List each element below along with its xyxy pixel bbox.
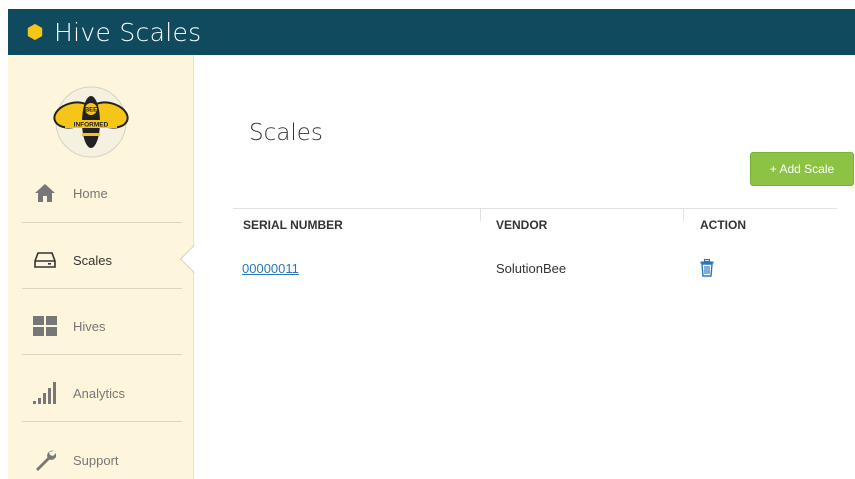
sidebar-item-label: Scales	[73, 252, 113, 268]
sidebar-item-analytics[interactable]: Analytics	[22, 360, 182, 426]
sidebar-item-scales[interactable]: Scales	[22, 227, 182, 293]
page-title: Scales	[249, 120, 323, 146]
app-title: Hive Scales	[54, 17, 202, 47]
column-divider	[683, 209, 684, 221]
hexagon-logo-icon	[27, 23, 43, 41]
vendor-cell: SolutionBee	[496, 261, 567, 276]
scales-table: SERIAL NUMBER VENDOR ACTION 00000011 Sol…	[233, 208, 837, 285]
divider	[22, 421, 182, 422]
divider	[22, 222, 182, 223]
sidebar-item-label: Analytics	[73, 385, 126, 401]
top-bar: Hive Scales	[8, 9, 855, 55]
hives-grid-icon	[32, 313, 58, 339]
sidebar-item-hives[interactable]: Hives	[22, 293, 182, 359]
logo-text-top: BEE	[85, 108, 97, 114]
serial-number-cell: 00000011	[242, 261, 299, 276]
home-icon	[32, 180, 58, 206]
sidebar-item-label: Support	[73, 452, 119, 468]
wrench-icon	[32, 447, 58, 473]
column-header-serial[interactable]: SERIAL NUMBER	[243, 218, 343, 232]
bee-informed-logo[interactable]: BEE INFORMED	[53, 85, 129, 159]
table-row: 00000011 SolutionBee	[233, 239, 837, 285]
logo-text-bottom: INFORMED	[74, 122, 109, 129]
sidebar-item-home[interactable]: Home	[22, 160, 182, 226]
trash-icon[interactable]	[700, 259, 714, 277]
divider	[22, 354, 182, 355]
column-header-vendor[interactable]: VENDOR	[496, 218, 547, 232]
add-scale-button[interactable]: + Add Scale	[750, 152, 854, 186]
sidebar: BEE INFORMED Home Scales Hives Analytics	[8, 55, 194, 479]
serial-number-link[interactable]: 00000011	[242, 261, 299, 276]
column-divider	[480, 209, 481, 221]
column-header-action[interactable]: ACTION	[700, 218, 746, 232]
bar-chart-icon	[32, 380, 58, 406]
sidebar-item-label: Home	[73, 185, 108, 201]
table-header: SERIAL NUMBER VENDOR ACTION	[233, 208, 837, 239]
scale-icon	[32, 247, 58, 273]
divider	[22, 288, 182, 289]
sidebar-item-label: Hives	[73, 318, 106, 334]
sidebar-item-support[interactable]: Support	[22, 427, 182, 479]
